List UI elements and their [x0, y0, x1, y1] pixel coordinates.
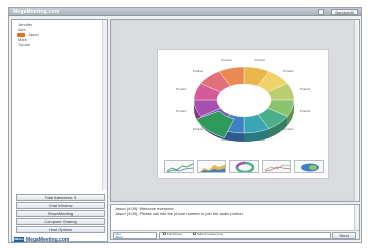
segment-label: Product: [221, 137, 232, 142]
presentation-canvas: Product Product Product Product Product Produ…: [113, 22, 353, 199]
chat-log: Jason (4:09): Welcome everyone. Jason (4…: [115, 206, 349, 216]
segment-label: Product: [254, 58, 265, 63]
total-attendees-button[interactable]: Total Attendees: 5: [16, 194, 105, 201]
segment-label: Product: [221, 58, 232, 63]
chat-message-input[interactable]: [159, 232, 331, 239]
chat-message: Jason (4:09): Please call into the phone…: [115, 210, 244, 216]
segment-label: Product: [299, 108, 311, 113]
checkbox-label: Full Screen: [167, 231, 183, 236]
brand-name: MegaMeeting.com: [26, 236, 70, 243]
donut-chart-icon: [235, 161, 255, 172]
meeting-window: MegaMeeting.com Bandwidth Jennifer Alex …: [8, 7, 362, 243]
checkbox-label: Submit to Everyone: [197, 231, 224, 236]
thumbnail-area-chart[interactable]: [196, 160, 227, 173]
multiline-chart-icon: [264, 164, 291, 172]
thumbnail-donut-chart[interactable]: [229, 160, 259, 173]
chat-recipient-select[interactable]: Alex Jason: [113, 232, 157, 239]
donut-hole: [218, 87, 270, 117]
computer-sharing-button[interactable]: Computer Sharing: [16, 218, 105, 225]
attendee-scrollbar[interactable]: [102, 20, 107, 190]
segment-label: Product: [176, 87, 187, 92]
chat-input-bar: Alex Jason Full Screen Submit to Everyon…: [111, 230, 359, 239]
bubble-chart-icon: [301, 163, 320, 172]
stage-scrollbar[interactable]: [354, 20, 359, 201]
host-options-button[interactable]: Host Options: [16, 226, 105, 233]
webcam-icon: [17, 32, 25, 37]
window-title: MegaMeeting.com: [13, 9, 60, 15]
presentation-stage: Product Product Product Product Product Produ…: [110, 19, 360, 202]
segment-label: Product: [192, 126, 204, 131]
title-bar: MegaMeeting.com Bandwidth: [9, 8, 361, 16]
segment-label: Product: [176, 108, 187, 113]
thumbnail-line-chart[interactable]: [164, 160, 194, 173]
donut-chart-image: [193, 66, 295, 142]
chat-panel: Jason (4:09): Welcome everyone. Jason (4…: [110, 204, 360, 240]
chat-window-button[interactable]: Chat Window: [16, 202, 105, 209]
segment-label: Product: [283, 69, 294, 73]
recipient-option: Jason: [115, 235, 124, 239]
line-chart-icon: [166, 163, 193, 172]
show-meeting-button[interactable]: Show/Meeting: [16, 210, 105, 217]
area-chart-icon: [199, 164, 226, 172]
thumbnail-bubble-chart[interactable]: [294, 160, 324, 173]
checkbox-icon: [193, 232, 196, 235]
shared-slide: Product Product Product Product Product Produ…: [157, 49, 329, 179]
attendee-name: Jason: [28, 32, 39, 37]
send-button[interactable]: Send: [332, 232, 356, 239]
panel-buttons: Total Attendees: 5 Chat Window Show/Meet…: [16, 194, 105, 234]
brand-logo: MEGA: [14, 237, 24, 242]
checkbox-icon: [163, 232, 166, 235]
chart-thumbnails: [164, 160, 324, 174]
segment-label: Product: [254, 137, 265, 142]
attendee-item[interactable]: Tyrone: [14, 42, 104, 47]
full-screen-checkbox[interactable]: Full Screen: [163, 231, 183, 236]
window-control-button[interactable]: [318, 9, 324, 15]
segment-label: Product: [192, 69, 204, 73]
chat-scrollbar[interactable]: [354, 205, 359, 230]
attendee-list: Jennifer Alex Jason Mark Tyrone: [14, 22, 104, 47]
thumbnail-multiline-chart[interactable]: [261, 160, 292, 173]
segment-label: Product: [299, 87, 311, 92]
submit-to-everyone-checkbox[interactable]: Submit to Everyone: [193, 231, 224, 236]
bandwidth-button[interactable]: Bandwidth: [331, 9, 358, 15]
segment-label: Product: [283, 126, 294, 131]
left-panel: Jennifer Alex Jason Mark Tyrone Total At…: [11, 19, 108, 243]
brand: MEGA MegaMeeting.com: [14, 236, 106, 243]
